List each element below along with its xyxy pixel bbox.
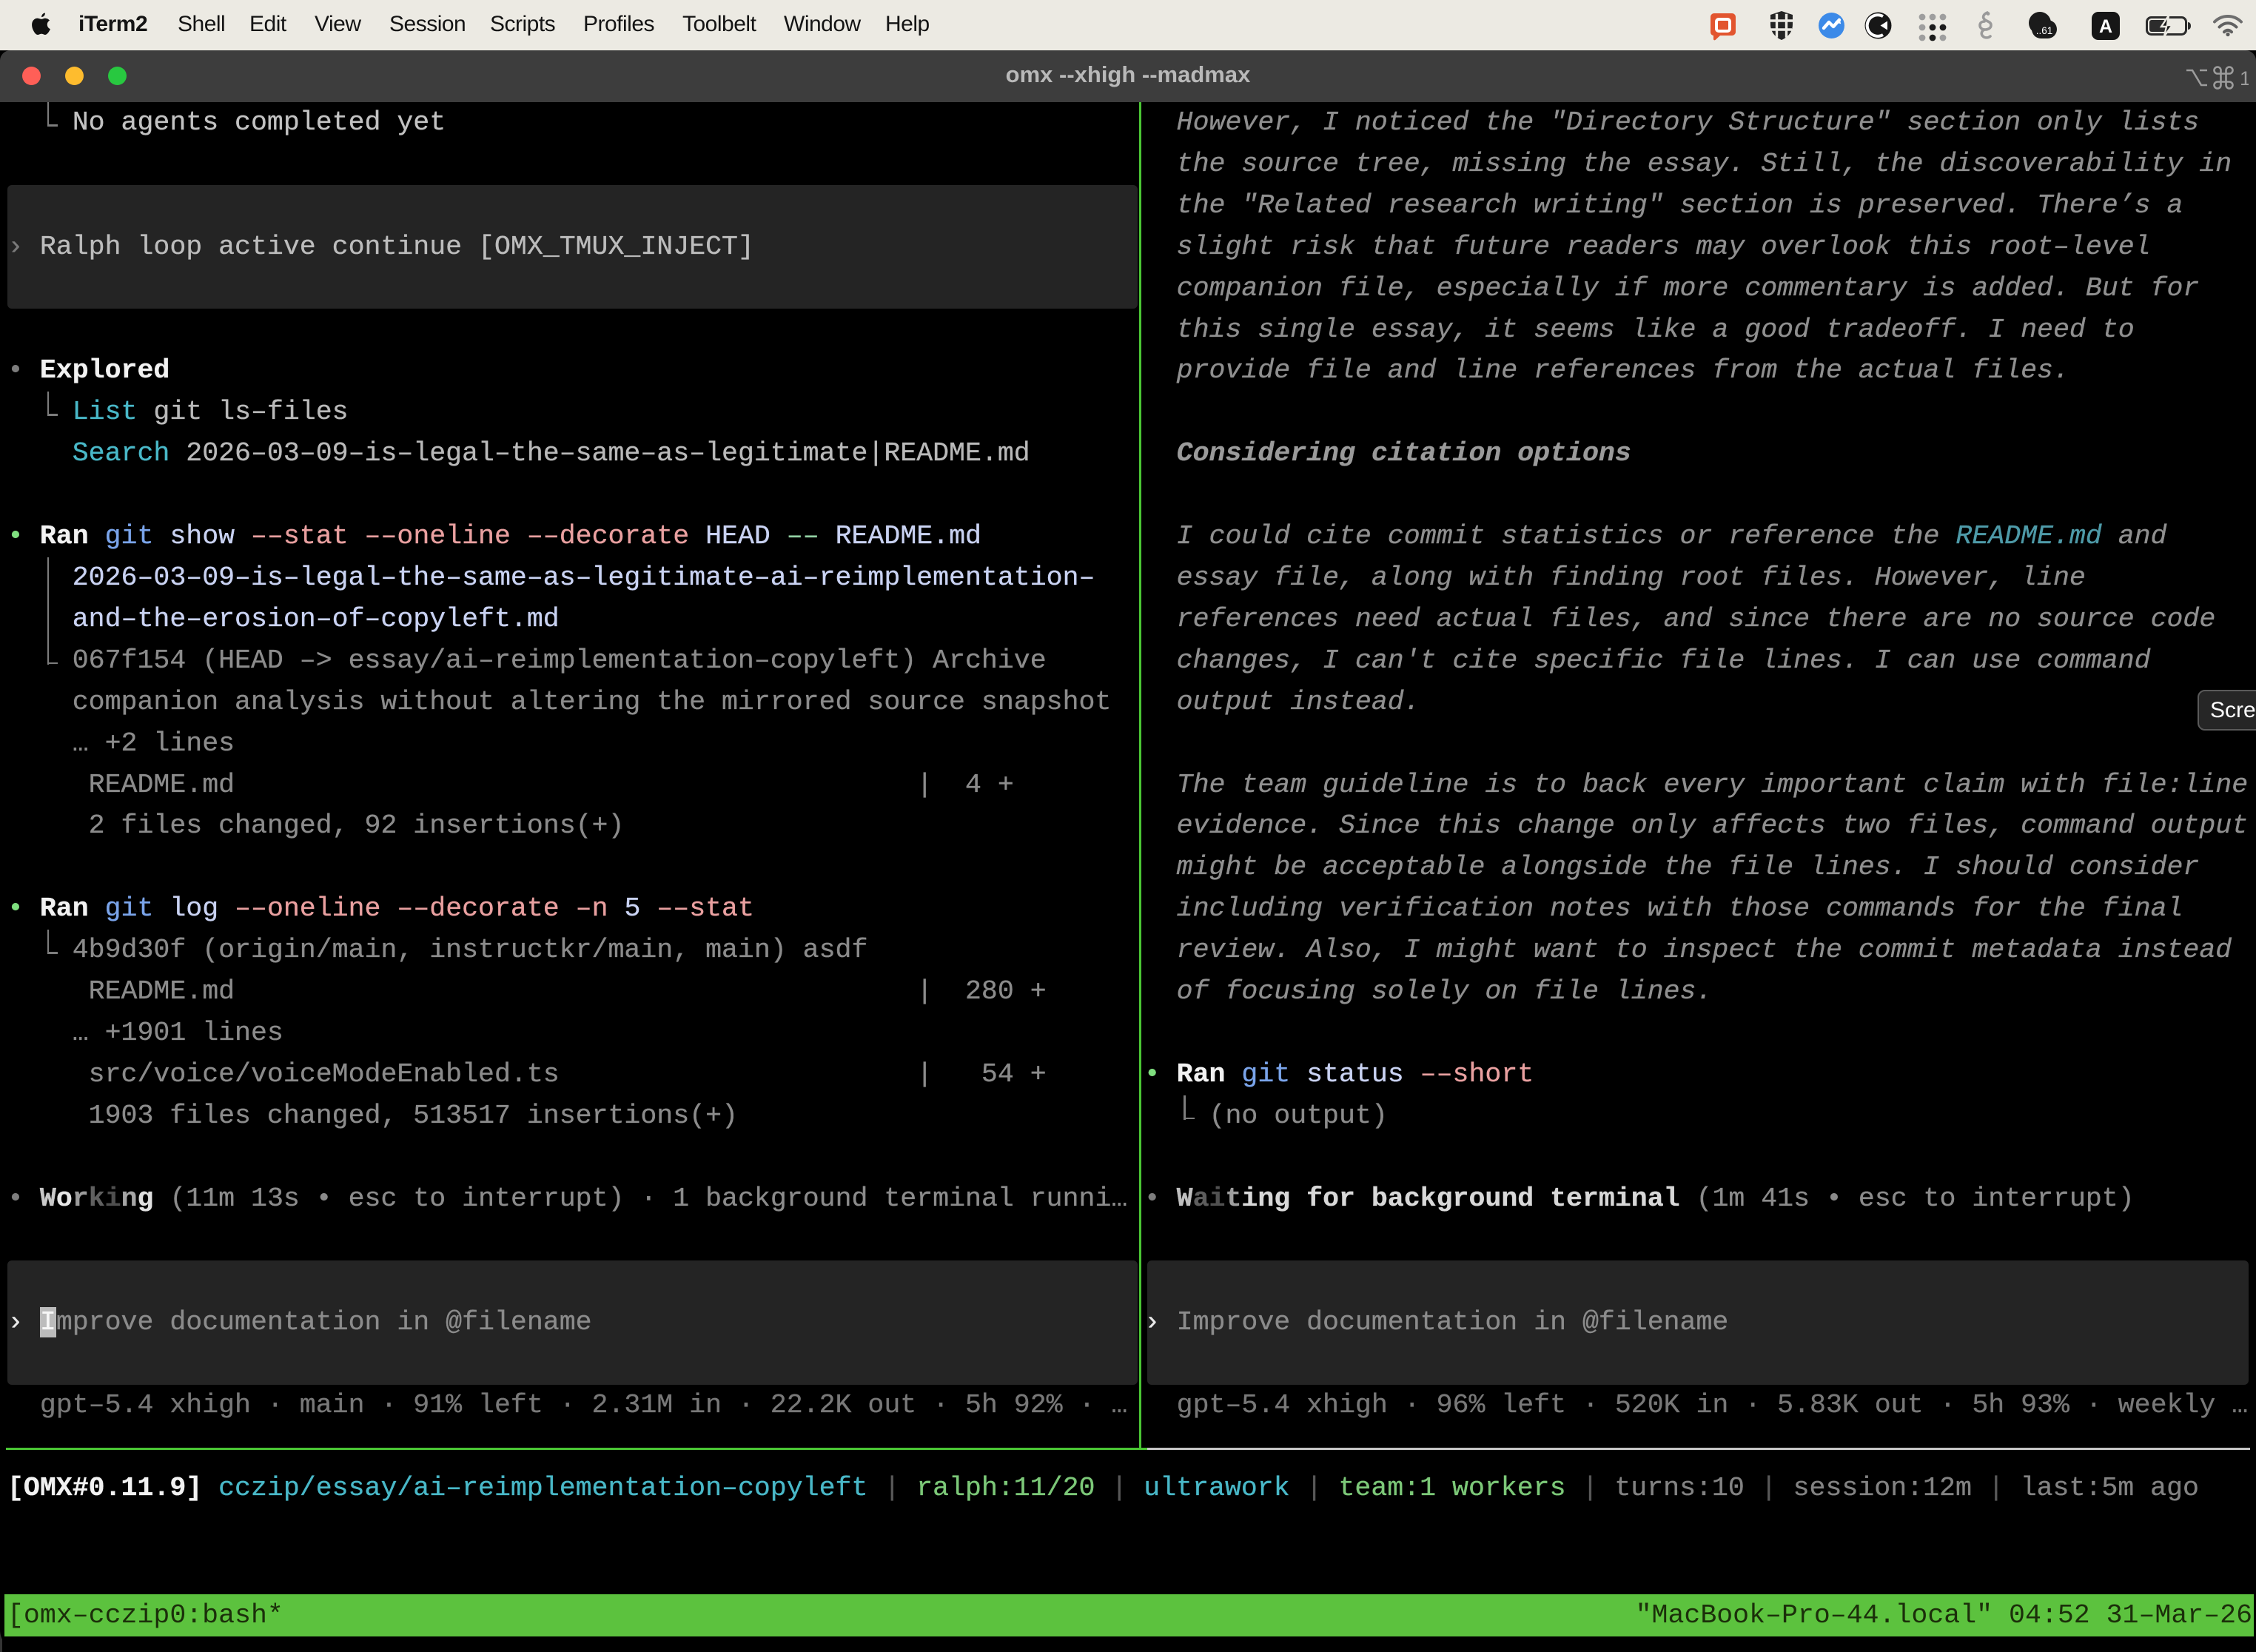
svg-text:A: A bbox=[2099, 16, 2112, 37]
svg-text:..61: ..61 bbox=[2036, 25, 2053, 36]
svg-text:1: 1 bbox=[2240, 67, 2249, 90]
